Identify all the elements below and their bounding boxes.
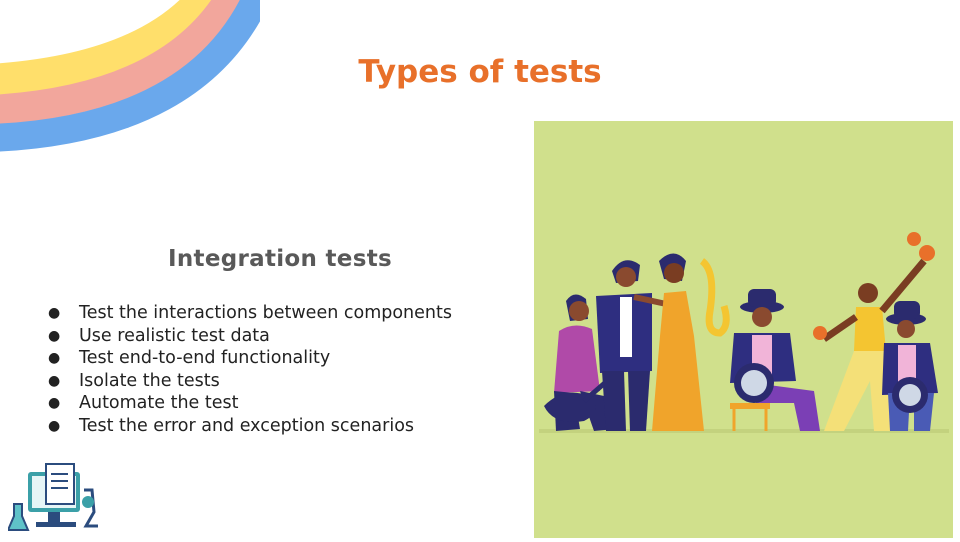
musicians-illustration <box>534 121 953 538</box>
bullet-dot: ● <box>48 350 61 366</box>
bullet-item: ● Automate the test <box>48 392 452 415</box>
singer-figure <box>652 253 730 431</box>
bullet-item: ● Test the error and exception scenarios <box>48 415 452 438</box>
bullet-list: ● Test the interactions between component… <box>48 302 452 437</box>
slide-title: Types of tests <box>358 54 602 90</box>
section-subtitle: Integration tests <box>168 246 392 272</box>
bullet-text: Test the interactions between components <box>79 303 452 323</box>
bullet-dot: ● <box>48 305 61 321</box>
bullet-text: Isolate the tests <box>79 370 220 391</box>
lab-computer-icon <box>8 463 98 531</box>
bullet-item: ● Isolate the tests <box>48 370 452 393</box>
bullet-dot: ● <box>48 372 61 389</box>
banjo-player-figure <box>730 289 820 431</box>
musicians-band-illustration <box>539 232 949 433</box>
bullet-text: Test end-to-end functionality <box>79 348 331 368</box>
bullet-item: ● Test the interactions between component… <box>48 302 452 325</box>
bullet-item: ● Use realistic test data <box>48 325 452 348</box>
bullet-text: Automate the test <box>79 393 239 413</box>
bullet-dot: ● <box>48 327 61 344</box>
bullet-text: Use realistic test data <box>79 325 270 346</box>
second-banjo-player-figure <box>882 301 938 431</box>
bullet-item: ● Test end-to-end functionality <box>48 347 452 370</box>
bullet-text: Test the error and exception scenarios <box>79 415 415 436</box>
bullet-dot: ● <box>48 395 61 411</box>
bullet-dot: ● <box>48 417 61 434</box>
